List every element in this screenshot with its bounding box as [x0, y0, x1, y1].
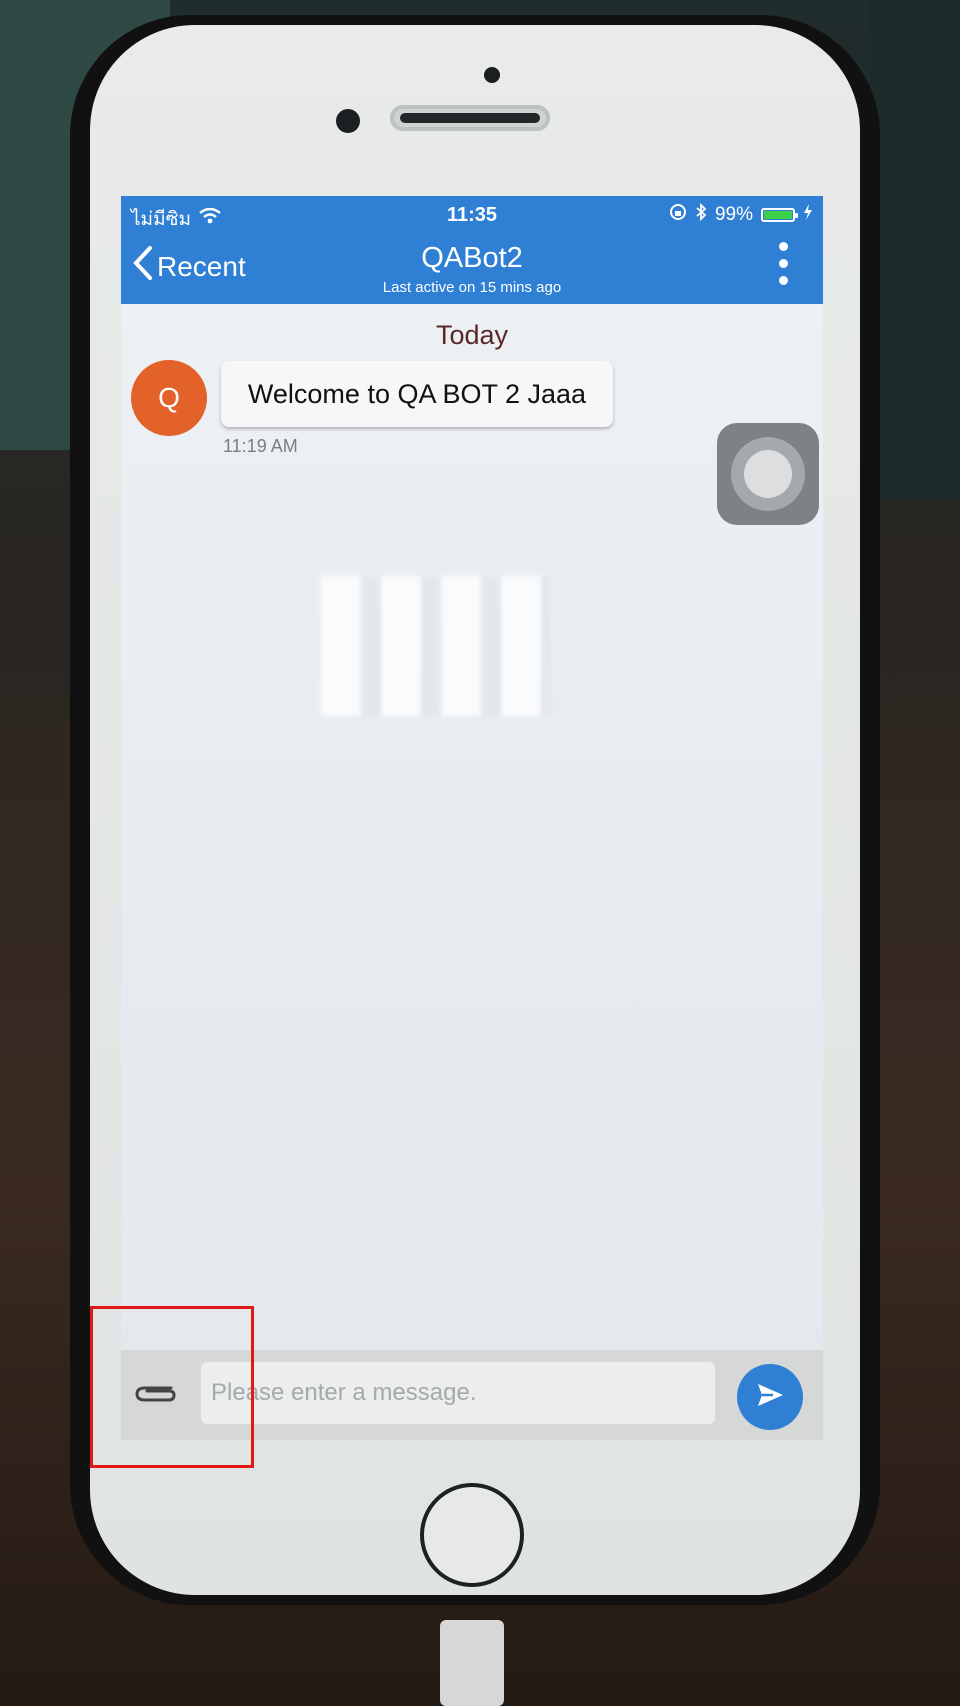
- battery-percent: 99%: [714, 204, 753, 225]
- more-options-button[interactable]: [773, 242, 793, 292]
- app-screen: ไม่มีซิม 11:35 99% Recent QABot2 Last ac…: [121, 196, 823, 1440]
- chat-title: QABot2: [421, 242, 523, 274]
- battery-fill: [764, 211, 792, 219]
- home-button[interactable]: [420, 1483, 524, 1587]
- charging-bolt-icon: [803, 204, 813, 226]
- message-timestamp: 11:19 AM: [223, 436, 298, 456]
- send-button[interactable]: [737, 1364, 803, 1430]
- highlight-box: [90, 1306, 254, 1468]
- message-input[interactable]: [201, 1362, 715, 1424]
- background-monitor: [870, 0, 960, 500]
- day-separator: Today: [435, 320, 509, 350]
- orientation-lock-icon: [669, 203, 687, 227]
- bluetooth-icon: [695, 202, 707, 227]
- more-dot-icon: [778, 242, 788, 251]
- more-dot-icon: [778, 259, 788, 268]
- more-dot-icon: [778, 276, 788, 285]
- proximity-sensor: [484, 67, 500, 83]
- message-text: Welcome to QA BOT 2 Jaaa: [247, 378, 587, 409]
- status-right: 99%: [669, 202, 813, 227]
- front-camera: [336, 109, 360, 133]
- status-bar: ไม่มีซิม 11:35 99%: [121, 196, 823, 232]
- screen-glare: [321, 576, 551, 716]
- nav-bar: Recent QABot2 Last active on 15 mins ago: [121, 232, 823, 304]
- bot-avatar[interactable]: Q: [131, 360, 207, 436]
- message-bubble[interactable]: Welcome to QA BOT 2 Jaaa: [221, 361, 613, 427]
- assistive-touch-button[interactable]: [717, 423, 819, 525]
- earpiece-speaker: [390, 105, 550, 131]
- send-icon: [755, 1380, 785, 1415]
- battery-icon: [761, 208, 798, 222]
- last-active-label: Last active on 15 mins ago: [382, 279, 562, 296]
- charging-cable: [440, 1620, 504, 1706]
